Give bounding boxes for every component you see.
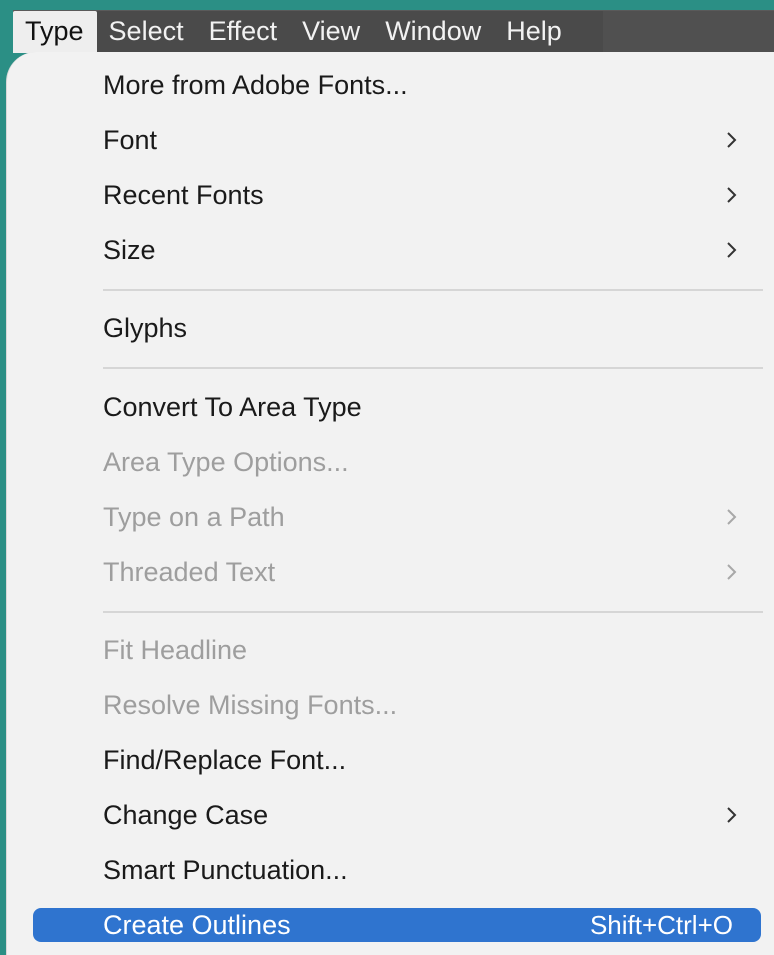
menu-item-fit-headline: Fit Headline bbox=[33, 627, 761, 673]
menu-item-find-replace-font[interactable]: Find/Replace Font... bbox=[33, 737, 761, 783]
menu-item-label: Size bbox=[103, 234, 156, 265]
chevron-right-icon bbox=[725, 185, 739, 205]
menu-item-label: Change Case bbox=[103, 799, 269, 830]
menu-help[interactable]: Help bbox=[494, 11, 575, 53]
menu-item-recent-fonts[interactable]: Recent Fonts bbox=[33, 172, 761, 218]
menu-item-label: Area Type Options... bbox=[103, 446, 349, 477]
menu-window[interactable]: Window bbox=[373, 11, 494, 53]
menu-item-smart-punctuation[interactable]: Smart Punctuation... bbox=[33, 847, 761, 893]
menu-select[interactable]: Select bbox=[97, 11, 197, 53]
chevron-right-icon bbox=[725, 130, 739, 150]
menu-item-shortcut: Shift+Ctrl+O bbox=[589, 909, 733, 940]
chevron-right-icon bbox=[725, 507, 739, 527]
menu-item-more-from-adobe-fonts[interactable]: More from Adobe Fonts... bbox=[33, 62, 761, 108]
menu-item-threaded-text: Threaded Text bbox=[33, 549, 761, 595]
menu-item-label: Convert To Area Type bbox=[103, 391, 362, 422]
menu-item-label: Create Outlines bbox=[103, 909, 291, 940]
menu-item-label: Fit Headline bbox=[103, 634, 248, 665]
menu-separator bbox=[103, 289, 763, 291]
chevron-right-icon bbox=[725, 805, 739, 825]
menu-item-label: Recent Fonts bbox=[103, 179, 264, 210]
chevron-right-icon bbox=[725, 562, 739, 582]
chevron-right-icon bbox=[725, 240, 739, 260]
menu-item-convert-to-area-type[interactable]: Convert To Area Type bbox=[33, 384, 761, 430]
menu-item-label: Threaded Text bbox=[103, 556, 276, 587]
menu-effect[interactable]: Effect bbox=[197, 11, 291, 53]
menu-item-label: Font bbox=[103, 124, 158, 155]
menu-item-size[interactable]: Size bbox=[33, 227, 761, 273]
menu-item-area-type-options: Area Type Options... bbox=[33, 439, 761, 485]
menu-item-change-case[interactable]: Change Case bbox=[33, 792, 761, 838]
menu-item-create-outlines[interactable]: Create Outlines Shift+Ctrl+O bbox=[33, 908, 761, 942]
menu-view[interactable]: View bbox=[290, 11, 373, 53]
menu-bar: Type Select Effect View Window Help bbox=[13, 10, 774, 53]
menu-separator bbox=[103, 611, 763, 613]
menu-item-label: Smart Punctuation... bbox=[103, 854, 348, 885]
menu-separator bbox=[103, 367, 763, 369]
menu-item-font[interactable]: Font bbox=[33, 117, 761, 163]
menu-bar-fill bbox=[602, 11, 774, 53]
type-menu-dropdown: More from Adobe Fonts... Font Recent Fon… bbox=[6, 52, 774, 955]
menu-item-type-on-a-path: Type on a Path bbox=[33, 494, 761, 540]
menu-item-label: Glyphs bbox=[103, 312, 188, 343]
menu-item-label: Find/Replace Font... bbox=[103, 744, 347, 775]
menu-item-label: Resolve Missing Fonts... bbox=[103, 689, 398, 720]
menu-item-glyphs[interactable]: Glyphs bbox=[33, 305, 761, 351]
menu-item-label: Type on a Path bbox=[103, 501, 285, 532]
menu-type[interactable]: Type bbox=[13, 11, 97, 53]
menu-item-label: More from Adobe Fonts... bbox=[103, 69, 408, 100]
menu-item-resolve-missing-fonts: Resolve Missing Fonts... bbox=[33, 682, 761, 728]
